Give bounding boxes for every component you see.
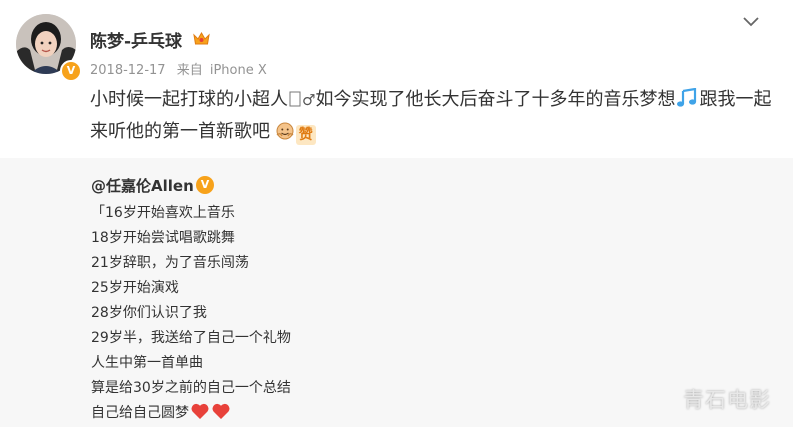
zan-emoji-icon: 赞 <box>295 125 316 145</box>
watermark: 青石电影 <box>683 388 771 412</box>
post-text-segment: 来听他的第一首新歌吧 <box>90 121 270 142</box>
male-sign: ♂ <box>302 91 316 109</box>
post-text-segment: 跟我一起 <box>699 89 772 110</box>
zan-label: 赞 <box>298 127 313 143</box>
quoted-line: 人生中第一首单曲 <box>91 355 203 371</box>
post-text-line-2: 来听他的第一首新歌吧 赞 <box>90 116 770 147</box>
hug-emoji-icon <box>276 122 294 140</box>
quoted-line: 28岁你们认识了我 <box>91 305 207 321</box>
quoted-author[interactable]: @任嘉伦Allen <box>91 175 194 196</box>
post-text-line-1: 小时候一起打球的小超人 ♂如今实现了他长大后奋斗了十多年的音乐梦想 跟我一起 <box>90 84 772 116</box>
post-source[interactable]: iPhone X <box>210 63 267 78</box>
quoted-line: 算是给30岁之前的自己一个总结 <box>91 380 291 396</box>
quoted-text: 「16岁开始喜欢上音乐 18岁开始尝试唱歌跳舞 21岁辞职，为了音乐闯荡 25岁… <box>91 201 291 426</box>
quoted-line-text: 自己给自己圆梦 <box>91 405 189 421</box>
quoted-verified-badge-icon: V <box>196 176 214 194</box>
quoted-line: 25岁开始演戏 <box>91 280 179 296</box>
post-text-segment: 小时候一起打球的小超人 <box>90 89 288 110</box>
quoted-line: 18岁开始尝试唱歌跳舞 <box>91 230 235 246</box>
verified-badge-icon: V <box>60 60 82 82</box>
quoted-line: 「16岁开始喜欢上音乐 <box>91 205 235 221</box>
post-meta: 2018-12-17 来自 iPhone X <box>90 59 267 78</box>
post-text-segment: 如今实现了他长大后奋斗了十多年的音乐梦想 <box>315 89 676 110</box>
vip-crown-icon[interactable] <box>192 30 211 47</box>
music-note-icon <box>677 88 697 107</box>
post-text: 小时候一起打球的小超人 ♂如今实现了他长大后奋斗了十多年的音乐梦想 跟我一起 来听他… <box>90 84 772 147</box>
red-heart-icon <box>191 403 209 419</box>
source-prefix: 来自 <box>176 63 203 78</box>
quoted-line-last: 自己给自己圆梦 <box>91 401 291 426</box>
weibo-post-card: V 陈梦-乒乓球 2018-12-17 来自 iPhone X 小时候一起打球的… <box>0 0 793 427</box>
quoted-line: 29岁半，我送给了自己一个礼物 <box>91 330 291 346</box>
red-heart-icon <box>212 403 230 419</box>
post-time[interactable]: 2018-12-17 <box>90 63 166 78</box>
quoted-post[interactable]: @任嘉伦Allen V 「16岁开始喜欢上音乐 18岁开始尝试唱歌跳舞 21岁辞… <box>0 158 793 427</box>
username[interactable]: 陈梦-乒乓球 <box>90 27 182 52</box>
missing-glyph-icon <box>289 91 301 107</box>
quoted-line: 21岁辞职，为了音乐闯荡 <box>91 255 249 271</box>
chevron-down-icon[interactable] <box>741 14 761 30</box>
